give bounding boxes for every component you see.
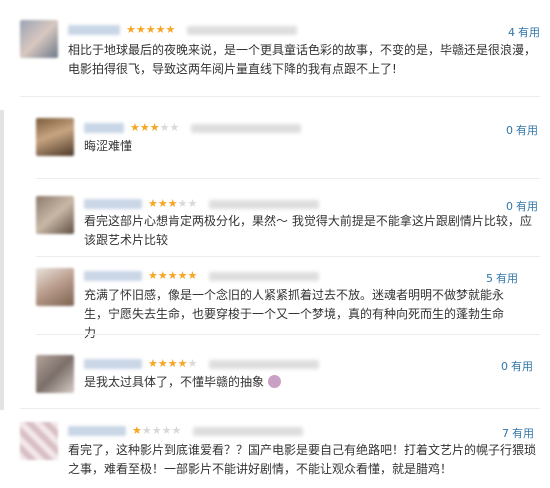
review-text-content: 是我太过具体了，不懂毕赣的抽象 [84, 375, 265, 389]
review-meta: ★ ★ ★ ★ ★ [84, 269, 320, 282]
review-text: 看完了，这种影片到底谁爱看？？国产电影是要自己有绝路吧！打着文艺片的幌子行猥琐之… [68, 443, 537, 476]
review-text: 是我太过具体了，不懂毕赣的抽象 [84, 373, 514, 392]
username[interactable] [68, 25, 120, 35]
rating-stars: ★ ★ ★ ★ ★ [148, 197, 198, 210]
review-meta: ★ ★ ★ ★ ★ [84, 197, 320, 210]
review-text: 看完这部片心想肯定两极分化，果然～ 我觉得大前提是不能拿这片跟剧情片比较，应该跟… [84, 214, 532, 247]
useful-vote[interactable]: 7 有用 [502, 425, 534, 441]
review-meta: ★ ★ ★ ★ ★ [68, 23, 298, 36]
review-meta: ★ ★ ★ ★ ★ [84, 121, 302, 134]
useful-count: 0 [506, 124, 513, 137]
username[interactable] [84, 199, 142, 209]
review-date [209, 359, 320, 369]
useful-label: 有用 [512, 427, 534, 440]
useful-label: 有用 [518, 26, 540, 39]
username[interactable] [84, 271, 142, 281]
review-text: 相比于地球最后的夜晚来说，是一个更具童话色彩的故事，不变的是，毕赣还是很浪漫，电… [68, 43, 537, 76]
username[interactable] [84, 123, 124, 133]
divider [36, 256, 540, 257]
useful-count: 0 [501, 360, 508, 373]
left-scroll-edge [0, 110, 4, 410]
username[interactable] [84, 359, 142, 369]
avatar[interactable] [20, 20, 58, 58]
useful-vote[interactable]: 0 有用 [506, 122, 538, 138]
useful-vote[interactable]: 4 有用 [508, 24, 540, 40]
divider [36, 334, 540, 335]
review-date [193, 426, 304, 436]
useful-count: 7 [502, 427, 509, 440]
avatar[interactable] [20, 422, 58, 460]
review-date [209, 199, 320, 209]
rating-stars: ★ ★ ★ ★ ★ [148, 269, 198, 282]
avatar[interactable] [36, 268, 74, 306]
divider [20, 96, 540, 97]
useful-vote[interactable]: 0 有用 [501, 358, 533, 374]
avatar[interactable] [36, 355, 74, 393]
rating-stars: ★ ★ ★ ★ ★ [148, 357, 198, 370]
avatar[interactable] [36, 196, 74, 234]
review-date [187, 25, 298, 35]
useful-count: 5 [486, 272, 493, 285]
review-date [209, 271, 320, 281]
review-text: 晦涩难懂 [84, 139, 133, 153]
useful-label: 有用 [511, 360, 533, 373]
useful-label: 有用 [516, 124, 538, 137]
review-meta: ★ ★ ★ ★ ★ [84, 357, 320, 370]
review-meta: ★ ★ ★ ★ ★ [68, 424, 304, 437]
rating-stars: ★ ★ ★ ★ ★ [126, 23, 176, 36]
divider [20, 408, 540, 409]
emoji-icon [268, 375, 282, 388]
useful-vote[interactable]: 5 有用 [486, 270, 518, 286]
useful-count: 4 [508, 26, 515, 39]
divider [36, 178, 540, 179]
avatar[interactable] [36, 118, 74, 156]
username[interactable] [68, 426, 126, 436]
review-date [191, 123, 302, 133]
rating-stars: ★ ★ ★ ★ ★ [130, 121, 180, 134]
rating-stars: ★ ★ ★ ★ ★ [132, 424, 182, 437]
useful-label: 有用 [496, 272, 518, 285]
